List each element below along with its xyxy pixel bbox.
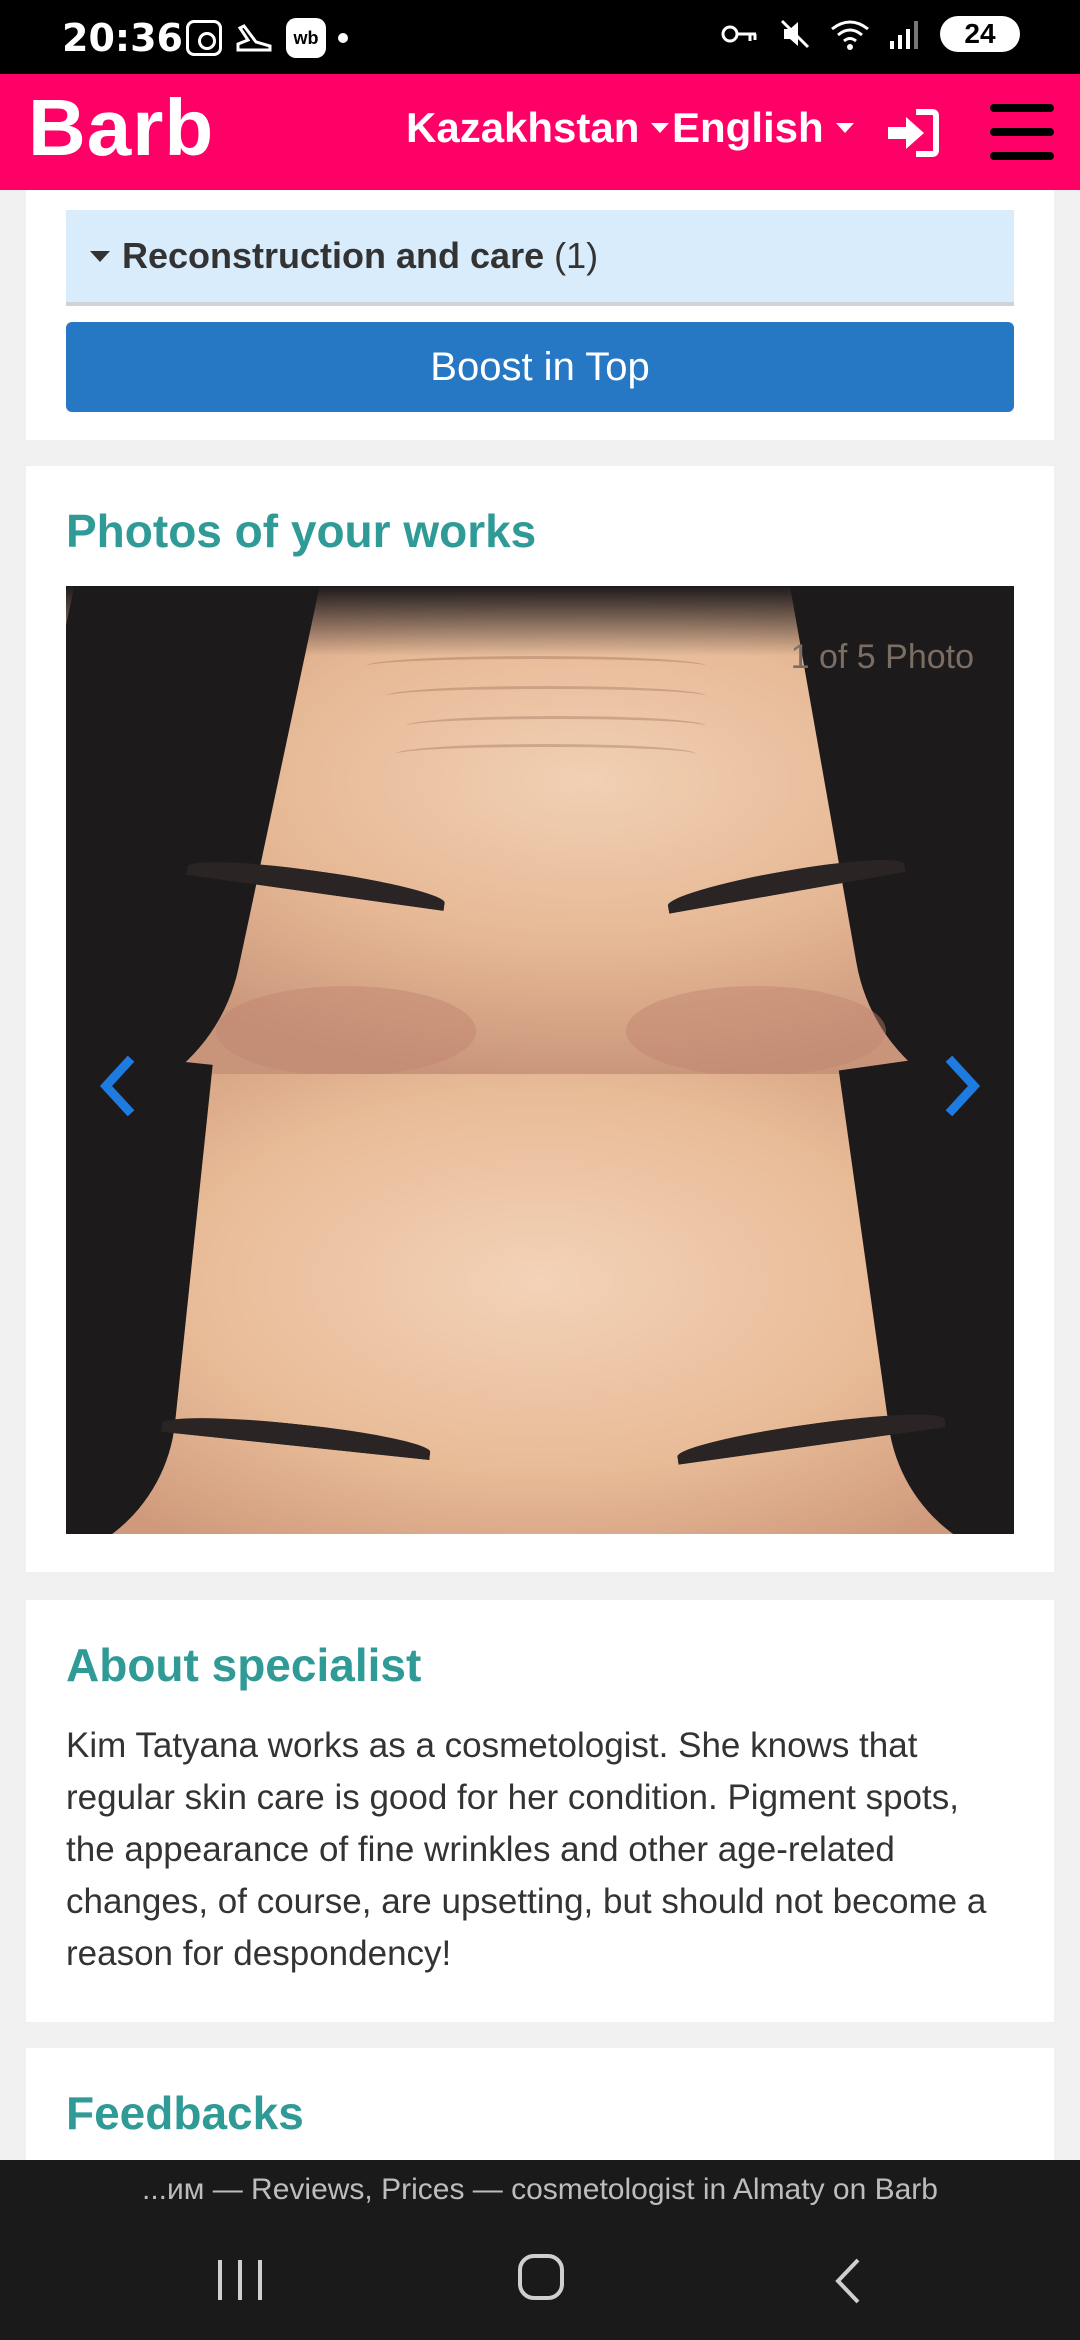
wifi-icon	[831, 20, 869, 50]
about-description: Kim Tatyana works as a cosmetologist. Sh…	[66, 1726, 987, 1973]
country-label: Kazakhstan	[406, 104, 640, 151]
home-icon[interactable]	[518, 2254, 564, 2300]
chevron-down-icon	[651, 123, 670, 133]
status-bar: 20:36 wb 24	[0, 0, 1080, 74]
work-photo-carousel[interactable]: 1 of 5 Photo	[66, 586, 1014, 1534]
status-notification-icons: wb	[186, 18, 348, 58]
caret-down-icon	[90, 250, 110, 262]
vpn-key-icon	[721, 25, 757, 43]
shoe-icon	[236, 24, 272, 52]
boost-in-top-button[interactable]: Boost in Top	[66, 322, 1014, 412]
back-icon[interactable]	[832, 2256, 862, 2306]
about-section-title: About specialist	[66, 1639, 422, 1691]
photo-counter: 1 of 5 Photo	[790, 638, 974, 676]
site-header: Barb Kazakhstan English	[0, 74, 1080, 190]
status-time: 20:36	[62, 16, 183, 60]
mute-icon	[780, 19, 810, 49]
language-label: English	[672, 104, 824, 151]
signal-icon	[890, 21, 918, 49]
more-notifications-dot	[338, 33, 348, 43]
recent-apps-icon[interactable]	[218, 2260, 262, 2300]
system-nav-bar	[0, 2220, 1080, 2340]
chevron-down-icon	[835, 123, 854, 133]
screenshot-icon	[186, 20, 222, 56]
chevron-left-icon[interactable]	[96, 1056, 136, 1116]
services-card: Reconstruction and care (1) Boost in Top	[26, 190, 1054, 440]
category-accordion[interactable]: Reconstruction and care (1)	[66, 210, 1014, 306]
after-photo	[66, 1042, 1014, 1534]
feedbacks-section-title: Feedbacks	[66, 2087, 304, 2139]
photos-section-title: Photos of your works	[66, 505, 537, 557]
language-selector[interactable]: English	[672, 104, 854, 152]
wb-app-icon: wb	[286, 18, 326, 58]
photos-card: Photos of your works 1 of 5 Photo	[26, 466, 1054, 1572]
about-card: About specialist Kim Tatyana works as a …	[26, 1600, 1054, 2022]
status-system-icons: 24	[720, 16, 1020, 52]
country-selector[interactable]: Kazakhstan	[406, 104, 670, 152]
browser-page-title[interactable]: ...им — Reviews, Prices — cosmetologist …	[0, 2160, 1080, 2220]
hamburger-menu-icon[interactable]	[990, 104, 1054, 160]
battery-indicator: 24	[940, 16, 1020, 52]
category-label: Reconstruction and care	[122, 235, 545, 276]
chevron-right-icon[interactable]	[944, 1056, 984, 1116]
barb-logo[interactable]: Barb	[28, 82, 214, 174]
login-icon[interactable]	[884, 108, 940, 158]
category-count: (1)	[554, 235, 599, 276]
